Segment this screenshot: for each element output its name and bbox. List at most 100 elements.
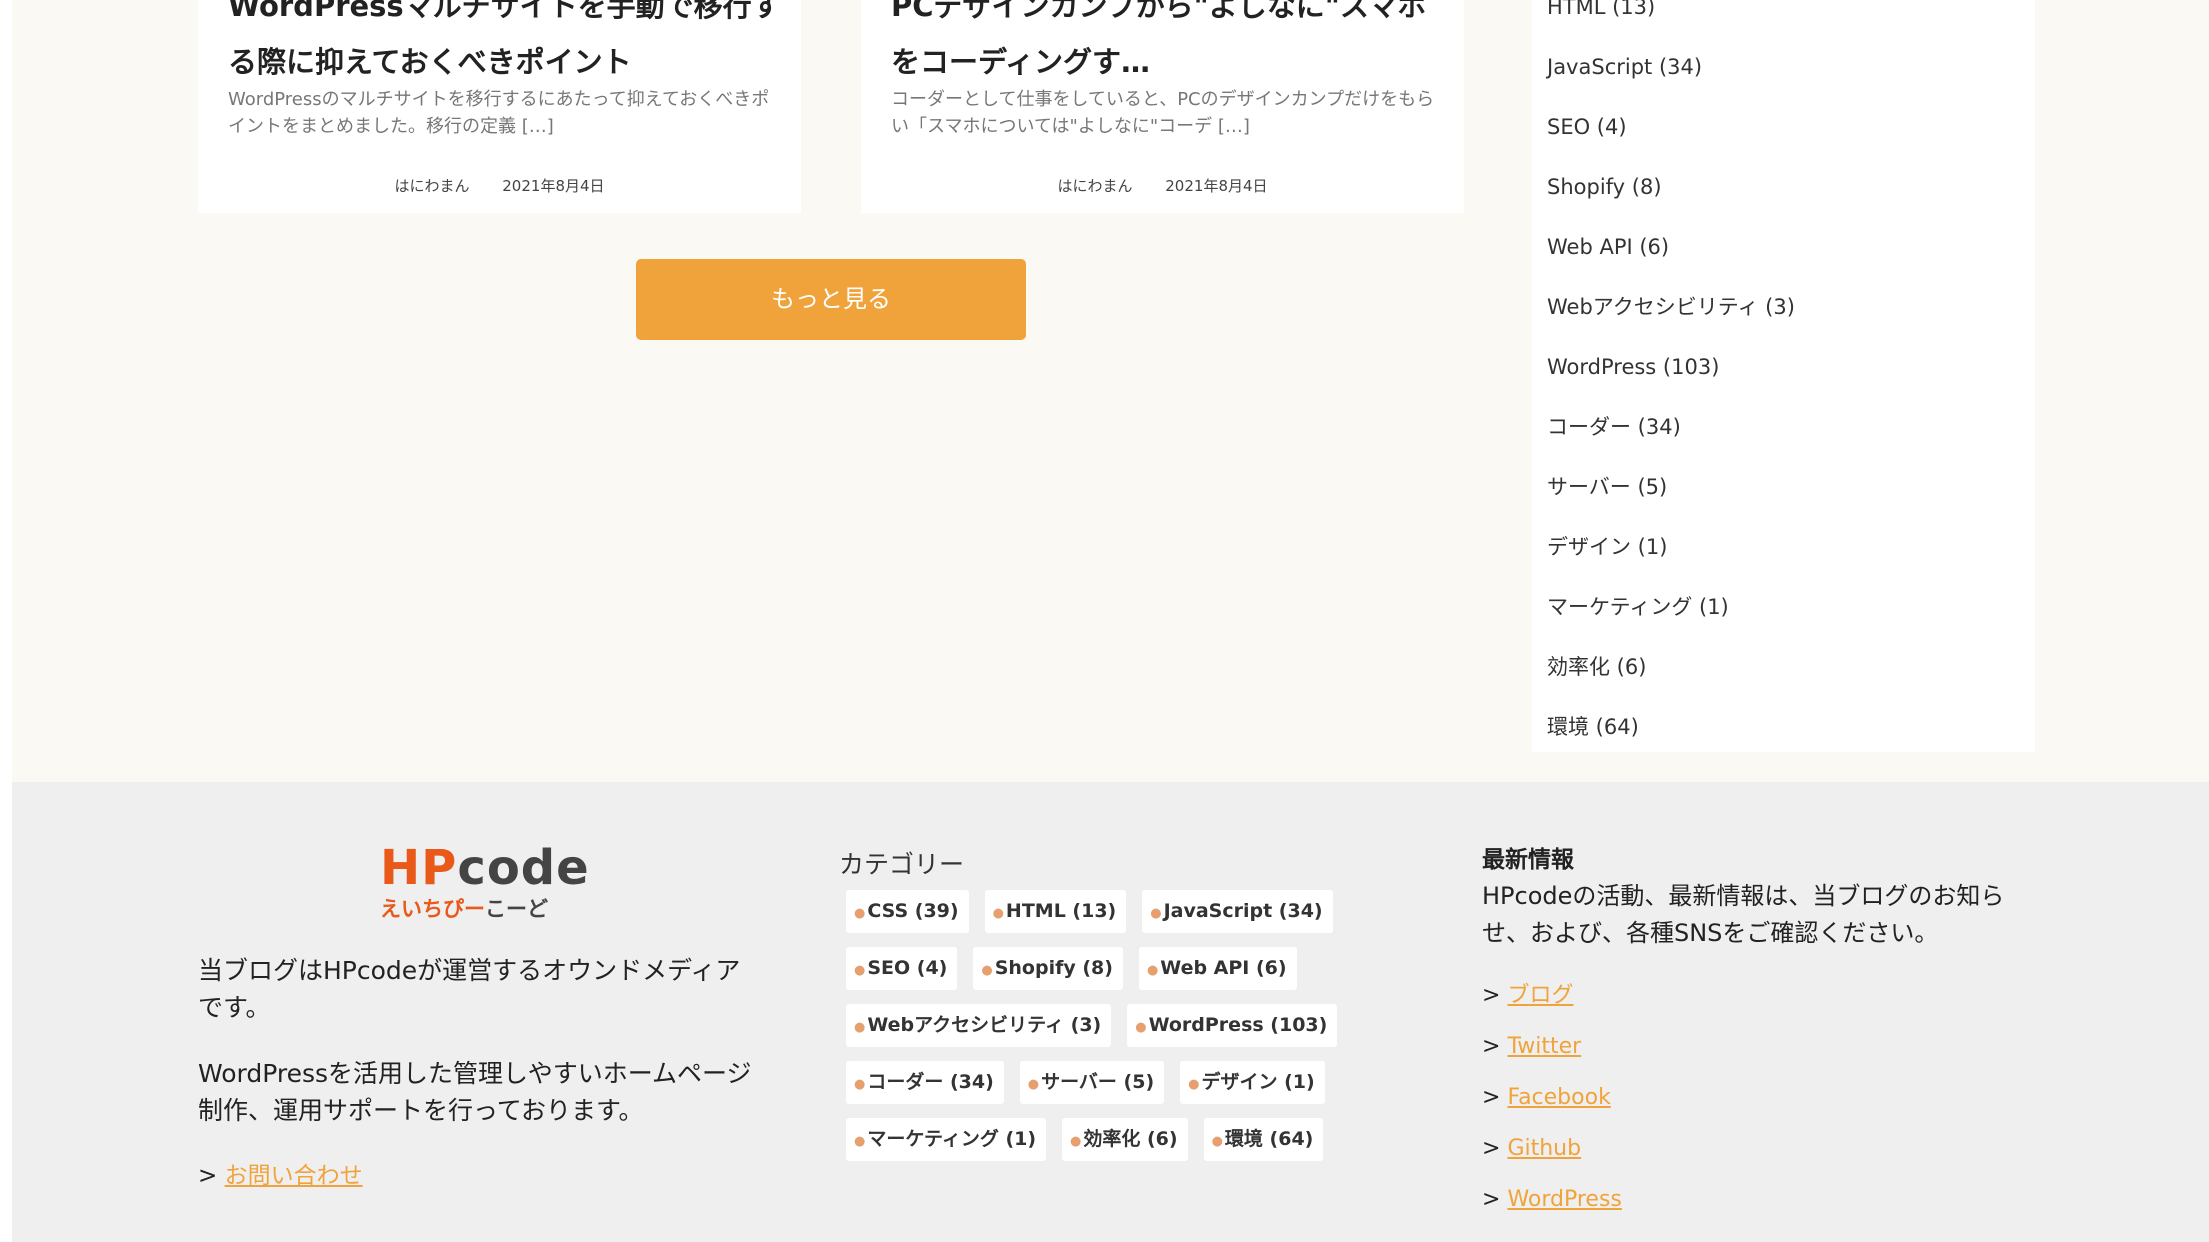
post-title-line[interactable]: PCデザインカンプから"よしなに"スマホ bbox=[891, 0, 1436, 34]
about-text: WordPressを活用した管理しやすいホームページ制作、運用サポートを行ってお… bbox=[198, 1059, 752, 1125]
post-title[interactable]: PCデザインカンプから"よしなに"スマホ をコーディングす… bbox=[891, 0, 1436, 90]
post-title-line[interactable]: る際に抑えておくべきポイント bbox=[228, 34, 773, 90]
category-tag[interactable]: ● コーダー (34) bbox=[846, 1061, 1004, 1104]
haniwa-icon: ● bbox=[1211, 1134, 1223, 1149]
sidebar-category-link[interactable]: 環境 (64) bbox=[1547, 715, 1639, 739]
sidebar-category-item[interactable]: Web API (6) bbox=[1547, 230, 1795, 290]
news-links: > ブログ > Twitter > Facebook > Github > Wo… bbox=[1482, 970, 2042, 1225]
haniwa-icon: ● bbox=[1188, 1077, 1200, 1092]
category-tag[interactable]: ● WordPress (103) bbox=[1127, 1004, 1338, 1047]
sidebar-category-item[interactable]: Shopify (8) bbox=[1547, 170, 1795, 230]
post-meta: はにわまん 2021年8月4日 bbox=[861, 175, 1464, 196]
sidebar-category-item[interactable]: SEO (4) bbox=[1547, 110, 1795, 170]
haniwa-icon: ● bbox=[854, 1077, 866, 1092]
sidebar-category-link[interactable]: Shopify (8) bbox=[1547, 175, 1662, 199]
sidebar-category-link[interactable]: JavaScript (34) bbox=[1547, 55, 1702, 79]
contact-link[interactable]: お問い合わせ bbox=[225, 1163, 363, 1189]
sidebar-category-item[interactable]: マーケティング (1) bbox=[1547, 590, 1795, 650]
github-link[interactable]: Github bbox=[1507, 1136, 1581, 1161]
blog-link[interactable]: ブログ bbox=[1507, 983, 1573, 1008]
load-more-button[interactable]: もっと見る bbox=[636, 259, 1026, 340]
about-text: 当ブログはHPcodeが運営するオウンドメディアです。 bbox=[198, 956, 741, 1022]
about-section: 当ブログはHPcodeが運営するオウンドメディアです。 WordPressを活用… bbox=[198, 952, 758, 1195]
haniwa-icon: ● bbox=[1027, 1077, 1040, 1092]
haniwa-icon: ● bbox=[1146, 963, 1159, 978]
category-tag[interactable]: ● Webアクセシビリティ (3) bbox=[846, 1004, 1112, 1047]
category-tag[interactable]: ● 環境 (64) bbox=[1203, 1118, 1324, 1161]
news-section: 最新情報 HPcodeの活動、最新情報は、当ブログのお知らせ、および、各種SNS… bbox=[1482, 844, 2042, 1225]
post-title-line[interactable]: WordPressマルチサイトを手動で移行する bbox=[228, 0, 773, 34]
sidebar-category-item[interactable]: 環境 (64) bbox=[1547, 710, 1795, 770]
sidebar-category-link[interactable]: マーケティング (1) bbox=[1547, 595, 1729, 619]
news-heading: 最新情報 bbox=[1482, 847, 1574, 873]
sidebar-category-link[interactable]: HTML (13) bbox=[1547, 0, 1655, 19]
haniwa-icon: ● bbox=[1135, 1020, 1147, 1035]
page: WordPressマルチサイトを手動で移行する る際に抑えておくべきポイント W… bbox=[12, 0, 2209, 1242]
category-tag-label: マーケティング (1) bbox=[867, 1128, 1037, 1150]
post-author: はにわまん bbox=[394, 177, 470, 195]
sidebar-category-link[interactable]: Webアクセシビリティ (3) bbox=[1547, 295, 1795, 319]
news-link-row: > ブログ bbox=[1482, 970, 2042, 1021]
category-tag[interactable]: ● マーケティング (1) bbox=[846, 1118, 1047, 1161]
twitter-link[interactable]: Twitter bbox=[1507, 1034, 1581, 1059]
post-title-line[interactable]: をコーディングす… bbox=[891, 34, 1436, 90]
link-prefix: > bbox=[1482, 1085, 1501, 1110]
category-tag[interactable]: ● サーバー (5) bbox=[1019, 1061, 1165, 1104]
post-title[interactable]: WordPressマルチサイトを手動で移行する る際に抑えておくべきポイント bbox=[228, 0, 773, 90]
haniwa-icon: ● bbox=[981, 963, 993, 978]
facebook-link[interactable]: Facebook bbox=[1507, 1085, 1610, 1110]
category-tag-label: Shopify (8) bbox=[994, 957, 1113, 979]
sidebar-category-item[interactable]: 効率化 (6) bbox=[1547, 650, 1795, 710]
sidebar-category-link[interactable]: サーバー (5) bbox=[1547, 475, 1667, 499]
site-footer: HPcode えいちぴーこーど 当ブログはHPcodeが運営するオウンドメディア… bbox=[12, 782, 2209, 1242]
category-tag[interactable]: ● 効率化 (6) bbox=[1062, 1118, 1188, 1161]
logo-reading: えいちぴーこーど bbox=[380, 894, 590, 924]
sidebar-category-item[interactable]: JavaScript (34) bbox=[1547, 50, 1795, 110]
news-link-row: > Github bbox=[1482, 1123, 2042, 1174]
sidebar-category-link[interactable]: デザイン (1) bbox=[1547, 535, 1667, 559]
post-card[interactable]: PCデザインカンプから"よしなに"スマホ をコーディングす… コーダーとして仕事… bbox=[861, 0, 1464, 213]
logo-wordmark[interactable]: HPcode bbox=[380, 842, 590, 894]
news-link-row: > Twitter bbox=[1482, 1021, 2042, 1072]
category-tag[interactable]: ● Shopify (8) bbox=[973, 947, 1123, 990]
sidebar-category-link[interactable]: SEO (4) bbox=[1547, 115, 1627, 139]
category-tag-label: Web API (6) bbox=[1160, 957, 1287, 979]
contact-line: > お問い合わせ bbox=[198, 1158, 758, 1195]
category-tag-label: 効率化 (6) bbox=[1083, 1128, 1178, 1150]
news-text: HPcodeの活動、最新情報は、当ブログのお知らせ、および、各種SNSをご確認く… bbox=[1482, 882, 2005, 947]
news-link-row: > Facebook bbox=[1482, 1072, 2042, 1123]
sidebar-category-link[interactable]: Web API (6) bbox=[1547, 235, 1669, 259]
link-prefix: > bbox=[1482, 1187, 1501, 1212]
post-card[interactable]: WordPressマルチサイトを手動で移行する る際に抑えておくべきポイント W… bbox=[198, 0, 801, 213]
sidebar-category-item[interactable]: サーバー (5) bbox=[1547, 470, 1795, 530]
site-logo[interactable]: HPcode えいちぴーこーど bbox=[380, 842, 590, 924]
link-prefix: > bbox=[1482, 983, 1501, 1008]
sidebar-category-item[interactable]: コーダー (34) bbox=[1547, 410, 1795, 470]
footer-tag-cloud: ● CSS (39) ● HTML (13) ● JavaScript (34) ● S… bbox=[846, 890, 1366, 1175]
wordpress-link[interactable]: WordPress bbox=[1507, 1187, 1621, 1212]
haniwa-icon: ● bbox=[854, 1134, 866, 1149]
post-date: 2021年8月4日 bbox=[1165, 177, 1268, 195]
sidebar-category-item[interactable]: WordPress (103) bbox=[1547, 350, 1795, 410]
logo-reading-orange: えいちぴー bbox=[380, 897, 485, 921]
sidebar-category-item[interactable]: HTML (13) bbox=[1547, 0, 1795, 50]
sidebar-category-item[interactable]: デザイン (1) bbox=[1547, 530, 1795, 590]
post-excerpt: WordPressのマルチサイトを移行するにあたって抑えておくべきポイントをまと… bbox=[228, 89, 770, 137]
haniwa-icon: ● bbox=[1070, 1134, 1082, 1149]
category-tag-label: Webアクセシビリティ (3) bbox=[867, 1014, 1102, 1036]
category-tag[interactable]: ● SEO (4) bbox=[846, 947, 958, 990]
category-tag-label: JavaScript (34) bbox=[1163, 900, 1323, 922]
category-tag[interactable]: ● Web API (6) bbox=[1138, 947, 1297, 990]
sidebar-category-item[interactable]: Webアクセシビリティ (3) bbox=[1547, 290, 1795, 350]
category-tag[interactable]: ● CSS (39) bbox=[846, 890, 969, 933]
category-tag-label: 環境 (64) bbox=[1224, 1128, 1314, 1150]
category-tag[interactable]: ● デザイン (1) bbox=[1180, 1061, 1325, 1104]
haniwa-icon: ● bbox=[992, 906, 1004, 921]
news-link-row: > WordPress bbox=[1482, 1174, 2042, 1225]
sidebar-category-link[interactable]: 効率化 (6) bbox=[1547, 655, 1646, 679]
haniwa-icon: ● bbox=[854, 963, 866, 978]
sidebar-category-link[interactable]: コーダー (34) bbox=[1547, 415, 1681, 439]
category-tag[interactable]: ● JavaScript (34) bbox=[1142, 890, 1333, 933]
category-tag[interactable]: ● HTML (13) bbox=[984, 890, 1127, 933]
sidebar-category-link[interactable]: WordPress (103) bbox=[1547, 355, 1719, 379]
